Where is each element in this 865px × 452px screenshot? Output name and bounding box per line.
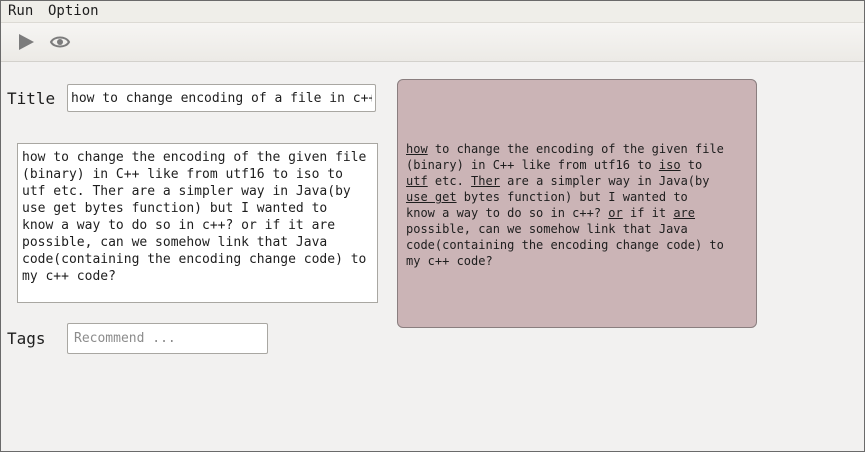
play-icon	[19, 34, 34, 50]
preview-line: how to change the encoding of the given …	[406, 141, 746, 157]
preview-token: bytes function) but I wanted to	[456, 190, 688, 204]
preview-token: to change the encoding of the given file	[427, 142, 724, 156]
preview-line: possible, can we somehow link that Java	[406, 221, 746, 237]
preview-token: if it	[622, 206, 674, 220]
preview-flagged-token: or	[608, 206, 623, 220]
preview-flagged-token: use get	[406, 190, 457, 204]
preview-text: how to change the encoding of the given …	[406, 141, 746, 269]
preview-token: my c++ code?	[406, 254, 493, 268]
preview-line: code(containing the encoding change code…	[406, 237, 746, 253]
preview-token: code(containing the encoding change code…	[406, 238, 724, 252]
preview-token: are a simpler way in Java(by	[499, 174, 710, 188]
preview-line: use get bytes function) but I wanted to	[406, 189, 746, 205]
preview-flagged-token: utf	[406, 174, 428, 188]
preview-flagged-token: are	[673, 206, 696, 220]
preview-panel: how to change the encoding of the given …	[397, 79, 757, 328]
question-body-textarea[interactable]: how to change the encoding of the given …	[17, 143, 378, 303]
eye-icon	[49, 36, 71, 48]
toolbar	[1, 23, 864, 62]
menu-run[interactable]: Run	[8, 3, 33, 20]
preview-toggle-button[interactable]	[49, 31, 71, 53]
menu-option[interactable]: Option	[48, 3, 99, 20]
preview-token: to	[680, 158, 703, 172]
run-button[interactable]	[15, 31, 37, 53]
preview-token: (binary) in C++ like from utf16 to	[406, 158, 659, 172]
title-input[interactable]	[67, 84, 376, 112]
preview-line: (binary) in C++ like from utf16 to iso t…	[406, 157, 746, 173]
preview-token: possible, can we somehow link that Java	[406, 222, 688, 236]
preview-flagged-token: iso	[658, 158, 681, 172]
title-label: Title	[7, 89, 56, 108]
tags-label: Tags	[7, 329, 46, 348]
menubar: Run Option	[1, 1, 864, 23]
preview-token: etc.	[427, 174, 472, 188]
preview-flagged-token: Ther	[471, 174, 500, 188]
preview-line: know a way to do so in c++? or if it are	[406, 205, 746, 221]
preview-flagged-token: how	[406, 142, 428, 156]
preview-line: my c++ code?	[406, 253, 746, 269]
tags-input[interactable]	[67, 323, 268, 354]
preview-token: know a way to do so in c++?	[406, 206, 609, 220]
preview-line: utf etc. Ther are a simpler way in Java(…	[406, 173, 746, 189]
